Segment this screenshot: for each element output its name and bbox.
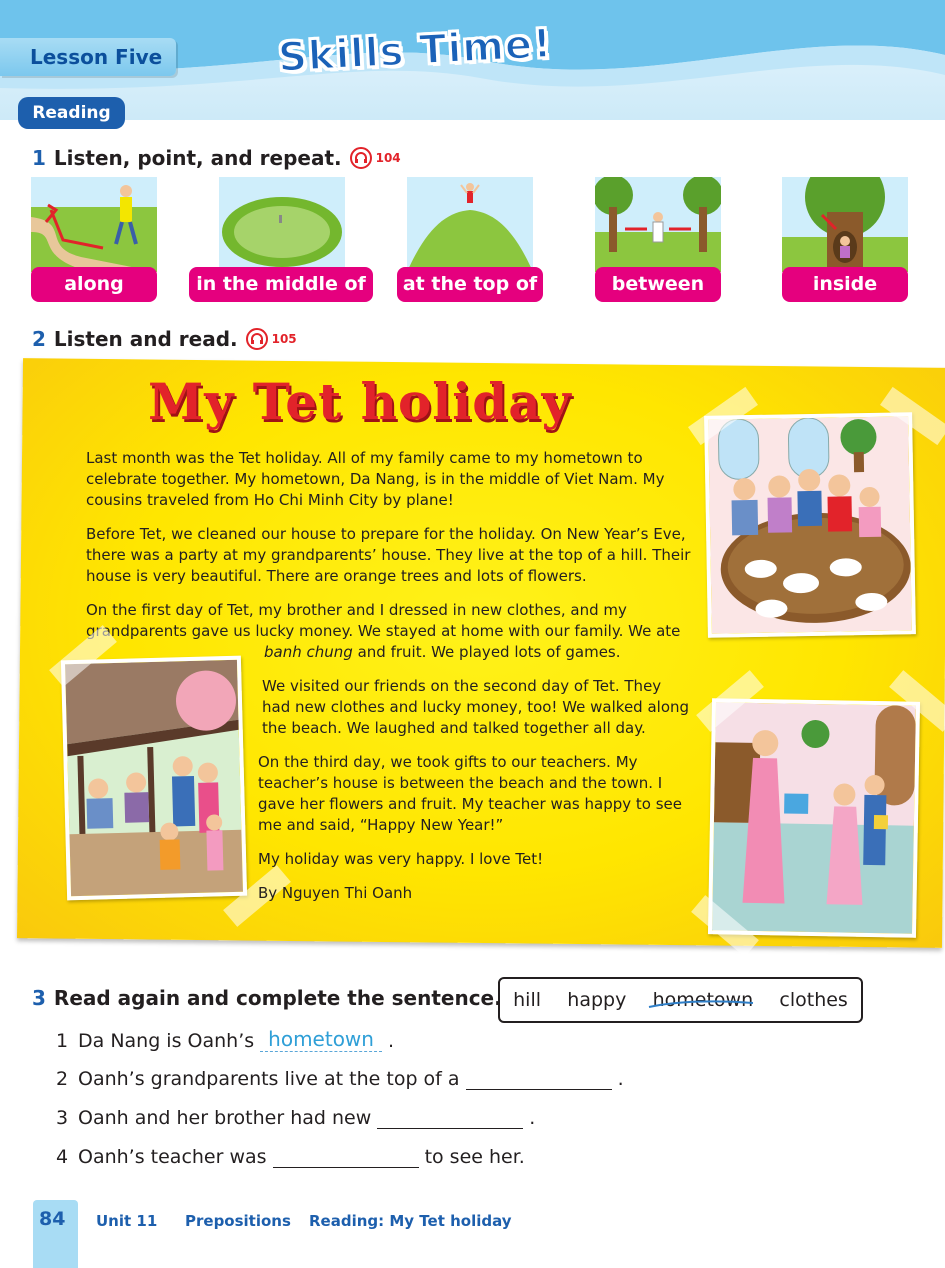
question-text-end: .: [387, 1030, 395, 1052]
answer-blank[interactable]: [272, 1148, 419, 1168]
vocab-card-at-the-top-of[interactable]: at the top of: [397, 177, 543, 303]
question-1: 1 Da Nang is Oanh’s hometown .: [56, 1027, 394, 1052]
audio-track-number: 105: [271, 332, 297, 346]
visit-photo: [60, 655, 248, 901]
question-text: Oanh and her brother had new: [78, 1107, 372, 1129]
question-text-end: to see her.: [424, 1146, 525, 1168]
question-text: Oanh’s grandparents live at the top of a: [78, 1068, 460, 1090]
exercise-instruction: Read again and complete the sentence.: [53, 986, 502, 1010]
headphones-icon: [245, 328, 268, 350]
question-2: 2 Oanh’s grandparents live at the top of…: [56, 1068, 624, 1090]
exercise-number: 3: [32, 986, 46, 1010]
inside-illustration: [782, 177, 908, 272]
question-number: 3: [56, 1107, 69, 1129]
story-paragraph: Last month was the Tet holiday. All of m…: [86, 449, 665, 509]
along-illustration: [31, 177, 157, 272]
exercise-instruction: Listen and read.: [53, 327, 238, 351]
word-bank-item-used: hometown: [648, 989, 753, 1011]
footer-topic: Prepositions: [185, 1212, 291, 1230]
word-bank-item: clothes: [779, 989, 848, 1011]
vocab-label: at the top of: [397, 267, 543, 302]
story-byline: By Nguyen Thi Oanh: [258, 884, 413, 902]
question-text-end: .: [529, 1107, 536, 1129]
story-paragraph: On the first day of Tet, my brother and …: [86, 600, 692, 663]
exercise-2-heading: 2 Listen and read. 105: [32, 327, 297, 351]
family-dinner-illustration: [708, 416, 912, 634]
family-dinner-photo: [704, 412, 916, 638]
between-illustration: [595, 177, 721, 272]
story-title: My Tet holiday: [148, 372, 572, 431]
page-number: 84: [39, 1208, 66, 1230]
story-paragraph: On the third day, we took gifts to our t…: [258, 753, 682, 834]
question-4: 4 Oanh’s teacher was to see her.: [56, 1146, 525, 1168]
question-number: 2: [56, 1068, 69, 1090]
vocab-card-along[interactable]: along: [31, 177, 157, 303]
word-bank-item: hill: [513, 989, 542, 1011]
question-number: 4: [56, 1146, 69, 1168]
audio-track-number: 104: [375, 151, 401, 165]
visit-illustration: [64, 659, 244, 897]
at-the-top-of-illustration: [407, 177, 533, 272]
headphones-icon: [349, 147, 372, 169]
exercise-1-heading: 1 Listen, point, and repeat. 104: [32, 146, 401, 170]
story-text: On the first day of Tet, my brother and …: [86, 601, 681, 640]
story-text: and fruit. We played lots of games.: [357, 643, 621, 661]
story-paragraph: We visited our friends on the second day…: [262, 677, 690, 737]
question-text-end: .: [617, 1068, 624, 1090]
vocab-label: inside: [782, 267, 908, 302]
in-the-middle-of-illustration: [219, 177, 345, 272]
question-number: 1: [56, 1030, 69, 1052]
vocab-card-inside[interactable]: inside: [782, 177, 908, 303]
question-3: 3 Oanh and her brother had new .: [56, 1107, 535, 1129]
story-paragraph: My holiday was very happy. I love Tet!: [258, 850, 544, 868]
exercise-instruction: Listen, point, and repeat.: [53, 146, 342, 170]
footer-lesson: Reading: My Tet holiday: [309, 1212, 512, 1230]
exercise-number: 2: [32, 327, 46, 351]
exercise-number: 1: [32, 146, 46, 170]
vocab-label: in the middle of: [189, 267, 373, 302]
vocab-label: between: [595, 267, 721, 302]
exercise-3-heading: 3 Read again and complete the sentence.: [32, 986, 502, 1010]
question-text: Oanh’s teacher was: [78, 1146, 267, 1168]
teacher-illustration: [712, 702, 916, 934]
audio-track[interactable]: 105: [245, 328, 297, 350]
teacher-photo: [707, 698, 921, 938]
story-italic-term: banh chung: [264, 643, 353, 661]
answer-blank[interactable]: [465, 1070, 612, 1090]
footer-unit: Unit 11: [96, 1212, 158, 1230]
story-paragraph: Before Tet, we cleaned our house to prep…: [86, 525, 691, 585]
word-bank-item: happy: [567, 989, 627, 1011]
vocab-card-in-the-middle-of[interactable]: in the middle of: [189, 177, 373, 303]
word-bank: hill happy hometown clothes: [498, 977, 863, 1023]
lesson-tab: Lesson Five: [0, 38, 176, 76]
strike-through-mark: [648, 1000, 753, 1008]
vocab-card-between[interactable]: between: [595, 177, 721, 303]
answer-field[interactable]: hometown: [260, 1027, 382, 1052]
section-pill: Reading: [18, 97, 125, 129]
question-text: Da Nang is Oanh’s: [78, 1030, 255, 1052]
audio-track[interactable]: 104: [349, 147, 401, 169]
vocab-label: along: [31, 267, 157, 302]
answer-blank[interactable]: [377, 1109, 524, 1129]
